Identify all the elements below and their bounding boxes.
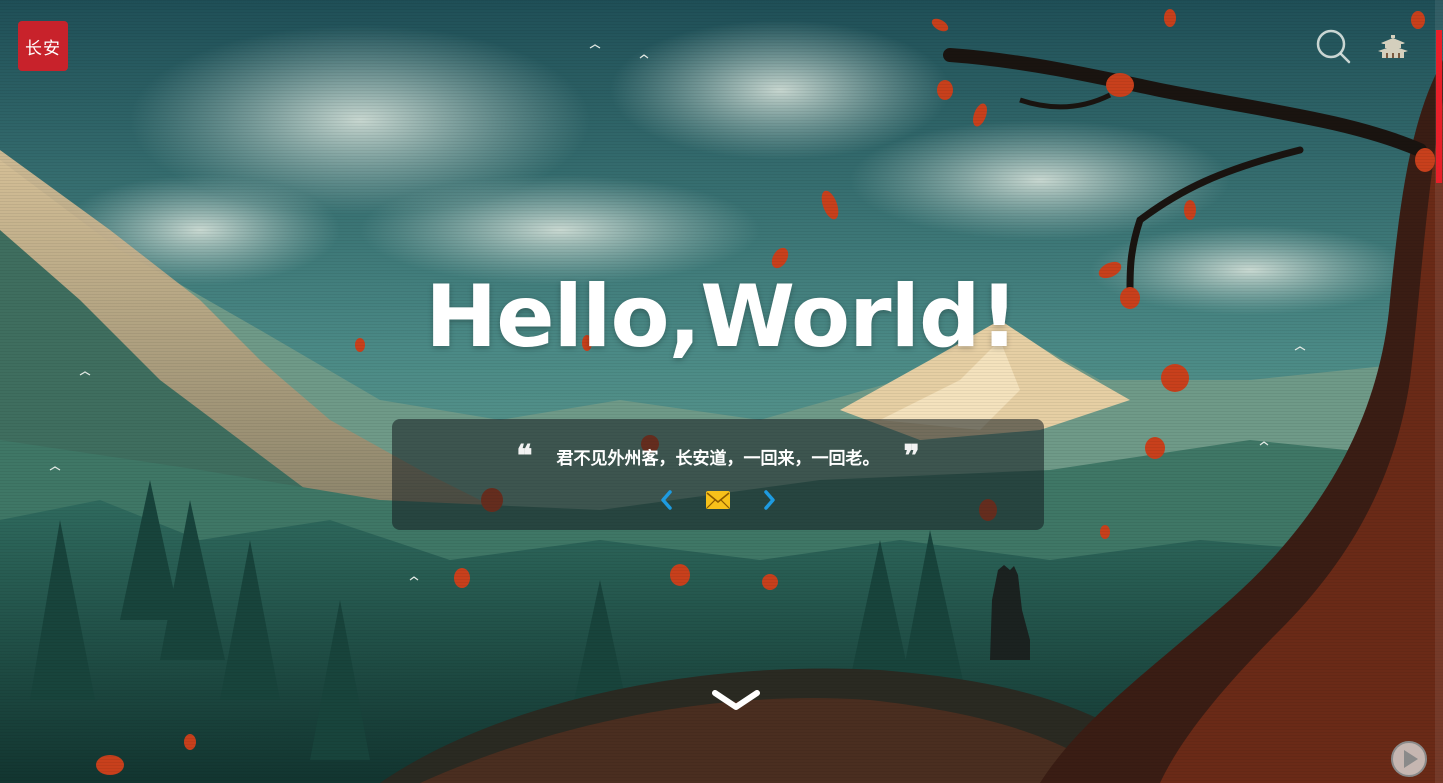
chevron-down-icon[interactable] bbox=[711, 688, 761, 712]
hero-title: Hello,World! bbox=[425, 267, 1019, 367]
pagoda-home-icon[interactable] bbox=[1377, 34, 1409, 60]
play-icon[interactable] bbox=[1390, 740, 1428, 778]
open-quote-icon: ❝ bbox=[516, 438, 533, 474]
close-quote-icon: ❞ bbox=[903, 438, 920, 474]
chevron-left-icon[interactable] bbox=[659, 489, 673, 511]
logo-text: 长安 bbox=[25, 38, 61, 59]
landscape-background bbox=[0, 0, 1443, 783]
quote-line: ❝ 君不见外州客，长安道，一回来，一回老。 ❞ bbox=[392, 438, 1044, 474]
quote-text: 君不见外州客，长安道，一回来，一回老。 bbox=[556, 449, 880, 469]
search-icon[interactable] bbox=[1313, 26, 1353, 66]
mail-icon[interactable] bbox=[705, 490, 731, 510]
hero-stage: 长安 Hello,World! ❝ 君不见外州客，长安道，一回来，一回老。 ❞ bbox=[0, 0, 1443, 783]
quote-controls bbox=[392, 489, 1044, 511]
quote-card: ❝ 君不见外州客，长安道，一回来，一回老。 ❞ bbox=[392, 419, 1044, 530]
scrollbar-thumb[interactable] bbox=[1436, 30, 1442, 183]
site-logo[interactable]: 长安 bbox=[18, 21, 68, 71]
chevron-right-icon[interactable] bbox=[763, 489, 777, 511]
